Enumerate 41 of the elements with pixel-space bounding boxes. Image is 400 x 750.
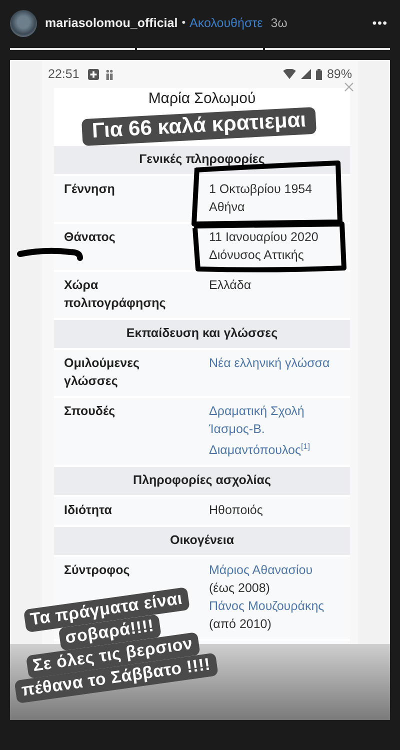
row-value: Αθήνα xyxy=(209,199,246,216)
status-time: 22:51 xyxy=(48,67,80,81)
people-icon xyxy=(104,68,116,80)
battery-icon xyxy=(316,68,322,80)
section-heading: Οικογένεια xyxy=(54,527,350,556)
post-age: 3ω xyxy=(270,16,288,30)
row-label: Γέννηση xyxy=(64,181,116,198)
row-value: Διόνυσος Αττικής xyxy=(209,247,305,264)
avatar[interactable] xyxy=(10,10,37,36)
row-label: Ομιλούμενες γλώσσες xyxy=(64,355,141,390)
username[interactable]: mariasolomou_official xyxy=(45,16,178,30)
value-link[interactable]: Μάριος Αθανασίου xyxy=(209,561,346,580)
close-icon[interactable] xyxy=(344,82,354,92)
row-value: Ηθοποιός xyxy=(209,502,264,520)
value-link[interactable]: Πάνος Μουζουράκης xyxy=(209,597,346,616)
row-label: Θάνατος xyxy=(64,229,116,246)
row-value: Ελλάδα xyxy=(209,277,252,294)
row-value: 1 Οκτωβρίου 1954 xyxy=(209,181,314,198)
marker-stroke xyxy=(17,248,83,261)
section-heading: Γενικές πληροφορίες xyxy=(54,146,350,174)
infobox-title: Μαρία Σολωμού xyxy=(147,89,257,107)
section-heading: Εκπαίδευση και γλώσσες xyxy=(54,320,350,348)
value-link[interactable]: Διαμαντόπουλος$^{[1]}$ xyxy=(209,438,346,460)
more-button[interactable]: ••• xyxy=(372,16,388,30)
section-heading: Πληροφορίες ασχολίας xyxy=(54,467,350,496)
separator: • xyxy=(182,17,186,29)
row-value: 11 Ιανουαρίου 2020 xyxy=(209,229,320,246)
wifi-icon xyxy=(282,69,296,79)
row-label: Σπουδές xyxy=(64,403,116,420)
medical-plus-icon xyxy=(88,68,100,80)
row-label: Ιδιότητα xyxy=(64,502,113,520)
row-value: (έως 2008) xyxy=(209,580,271,598)
follow-link[interactable]: Ακολουθήστε xyxy=(190,16,263,30)
value-link[interactable]: Νέα ελληνική γλώσσα xyxy=(209,354,346,372)
row-label: Χώρα πολιτογράφησης xyxy=(64,277,167,312)
row-label: Σύντροφος xyxy=(64,562,131,580)
battery-percent: 89% xyxy=(326,67,352,81)
value-link[interactable]: Ίασμος-Β. xyxy=(209,420,346,438)
value-link[interactable]: Δραματική Σχολή xyxy=(209,402,346,420)
row-value: (από 2010) xyxy=(209,616,272,634)
signal-icon xyxy=(300,69,311,79)
